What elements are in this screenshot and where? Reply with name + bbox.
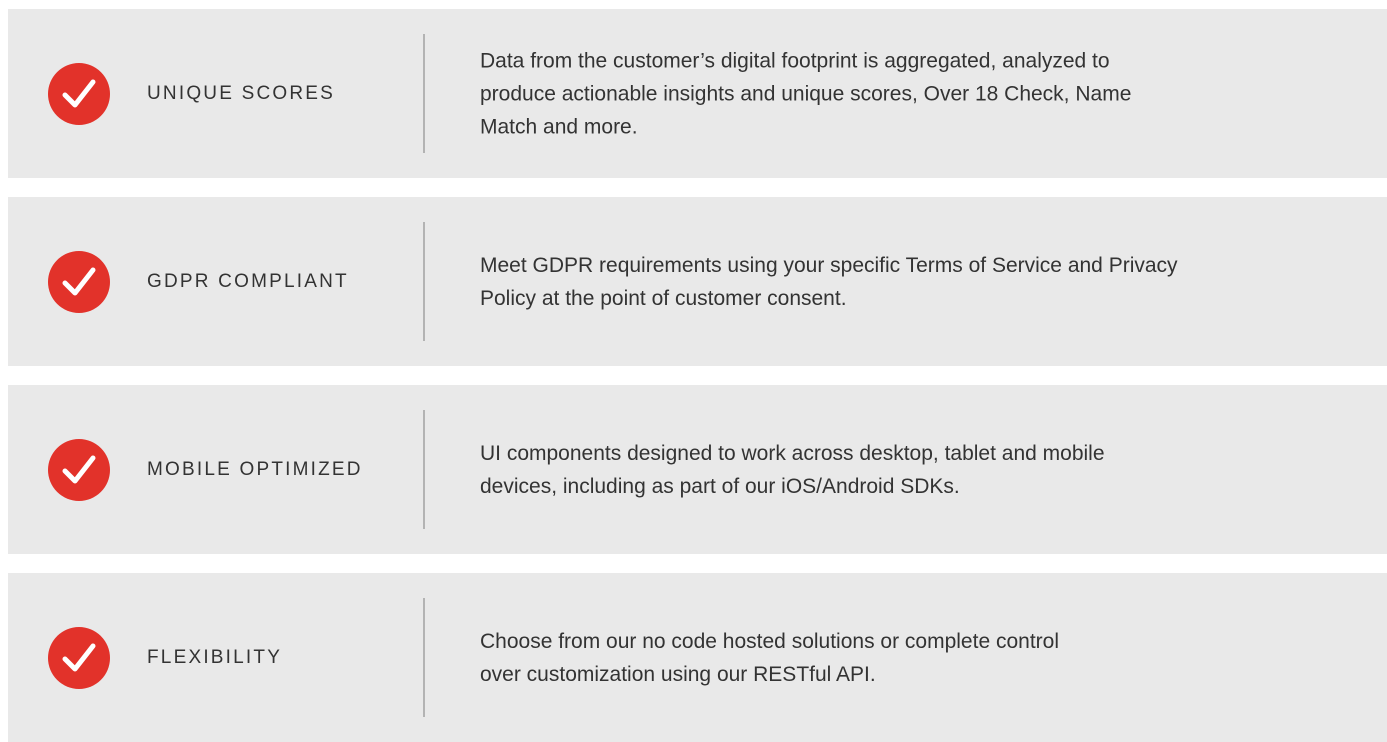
feature-title: MOBILE OPTIMIZED (147, 458, 363, 480)
description-line: over customization using our RESTful API… (480, 662, 876, 686)
description-line: Policy at the point of customer consent. (480, 286, 847, 310)
feature-card-gdpr-compliant: GDPR COMPLIANT Meet GDPR requirements us… (8, 197, 1387, 366)
check-icon (48, 62, 110, 125)
feature-card-unique-scores: UNIQUE SCORES Data from the customer’s d… (8, 9, 1387, 178)
description-line: devices, including as part of our iOS/An… (480, 474, 960, 498)
divider (423, 34, 425, 153)
check-icon (48, 250, 110, 313)
feature-list: UNIQUE SCORES Data from the customer’s d… (0, 0, 1387, 742)
feature-description: Meet GDPR requirements using your specif… (480, 249, 1375, 315)
description-line: UI components designed to work across de… (480, 441, 1105, 465)
feature-card-mobile-optimized: MOBILE OPTIMIZED UI components designed … (8, 385, 1387, 554)
description-line: Meet GDPR requirements using your specif… (480, 253, 1178, 277)
check-icon (48, 626, 110, 689)
description-line: Choose from our no code hosted solutions… (480, 629, 1059, 653)
feature-description: Choose from our no code hosted solutions… (480, 625, 1375, 691)
feature-title: UNIQUE SCORES (147, 82, 336, 104)
description-line: produce actionable insights and unique s… (480, 82, 1132, 105)
feature-title: FLEXIBILITY (147, 646, 283, 668)
divider (423, 598, 425, 717)
check-icon (48, 438, 110, 501)
feature-description: Data from the customer’s digital footpri… (480, 44, 1375, 143)
divider (423, 222, 425, 341)
feature-title: GDPR COMPLIANT (147, 270, 349, 292)
divider (423, 410, 425, 529)
description-line: Match and more. (480, 115, 638, 138)
feature-card-flexibility: FLEXIBILITY Choose from our no code host… (8, 573, 1387, 742)
description-line: Data from the customer’s digital footpri… (480, 49, 1110, 72)
feature-description: UI components designed to work across de… (480, 437, 1375, 503)
